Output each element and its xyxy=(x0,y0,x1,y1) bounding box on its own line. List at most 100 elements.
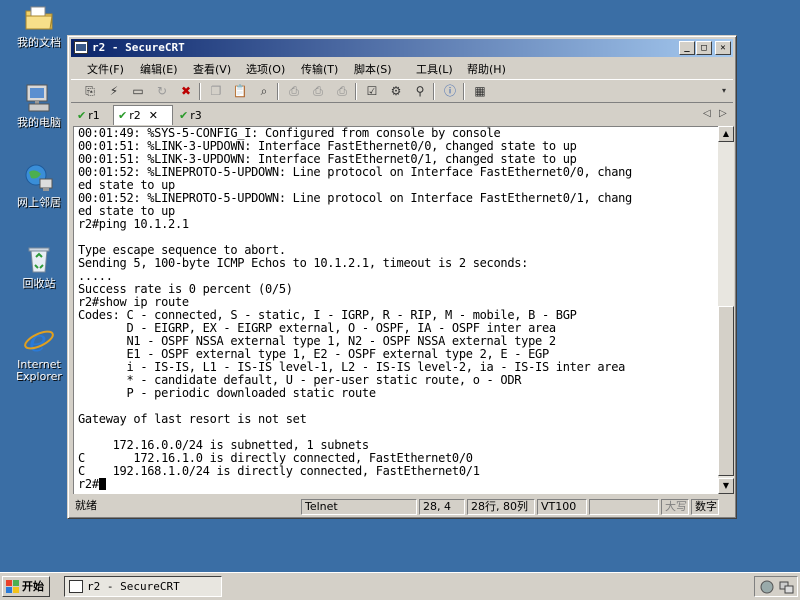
window-title: r2 - SecureCRT xyxy=(92,41,185,54)
computer-icon xyxy=(23,82,55,114)
terminal-prompt-line: r2# xyxy=(78,478,106,491)
terminal-cursor xyxy=(98,478,106,490)
terminal-line: Gateway of last resort is not set xyxy=(78,412,307,426)
volume-icon[interactable] xyxy=(759,579,775,595)
taskbar: 开始 r2 - SecureCRT xyxy=(0,572,800,600)
menu-tools[interactable]: 工具(L) xyxy=(416,61,453,77)
quick-connect-icon[interactable]: ⚡ xyxy=(105,83,123,99)
taskbar-button-label: r2 - SecureCRT xyxy=(87,580,180,593)
reconnect-icon[interactable]: ↻ xyxy=(153,83,171,99)
menu-options[interactable]: 选项(O) xyxy=(246,61,285,77)
global-options-icon[interactable]: ⚙ xyxy=(387,83,405,99)
app-icon[interactable] xyxy=(74,41,88,54)
terminal-line: Sending 5, 100-byte ICMP Echos to 10.1.2… xyxy=(78,256,529,270)
status-blank xyxy=(589,499,659,515)
copy-icon[interactable]: ❐ xyxy=(207,83,225,99)
desktop-icon-label: 网上邻居 xyxy=(17,196,61,209)
menu-edit[interactable]: 编辑(E) xyxy=(140,61,178,77)
help-icon[interactable]: ⓘ xyxy=(441,83,459,99)
tab-r3[interactable]: ✔ r3 xyxy=(179,107,202,124)
toolbar-separator xyxy=(199,83,201,100)
desktop-icon-network[interactable]: 网上邻居 xyxy=(8,162,70,209)
map-icon[interactable]: ▦ xyxy=(471,83,489,99)
scrollbar-thumb[interactable] xyxy=(718,306,734,476)
scroll-down-icon[interactable]: ▼ xyxy=(718,478,734,494)
app-icon xyxy=(69,580,83,593)
toolbar-overflow-icon[interactable]: ▾ xyxy=(719,83,729,99)
folder-icon xyxy=(23,2,55,34)
connected-check-icon: ✔ xyxy=(179,109,189,122)
toolbar-separator xyxy=(355,83,357,100)
print-icon[interactable]: ⎙ xyxy=(285,83,303,99)
desktop-icon-recycle-bin[interactable]: 回收站 xyxy=(8,243,70,290)
menu-file[interactable]: 文件(F) xyxy=(87,61,124,77)
toolbar-separator xyxy=(433,83,435,100)
terminal-line: r2#ping 10.1.2.1 xyxy=(78,217,189,231)
disconnect-icon[interactable]: ✖ xyxy=(177,83,195,99)
internet-explorer-icon: e xyxy=(23,324,55,359)
connected-check-icon: ✔ xyxy=(77,109,87,122)
desktop-icon-label: 我的电脑 xyxy=(17,116,61,129)
vertical-scrollbar[interactable]: ▲ ▼ xyxy=(718,126,734,494)
desktop-icon-label: 回收站 xyxy=(22,277,56,290)
desktop-icon-internet-explorer[interactable]: e Internet Explorer xyxy=(8,324,70,383)
desktop-icon-my-computer[interactable]: 我的电脑 xyxy=(8,82,70,129)
paste-icon[interactable]: 📋 xyxy=(231,83,249,99)
tab-scroll-right-icon[interactable]: ▷ xyxy=(719,108,727,119)
status-caps-lock: 大写 xyxy=(661,499,689,515)
toolbar: ⎘ ⚡ ▭ ↻ ✖ ❐ 📋 ⌕ ⎙ ⎙ ⎙ ☑ ⚙ ⚲ ⓘ ▦ ▾ xyxy=(71,79,733,103)
status-protocol: Telnet xyxy=(301,499,417,515)
system-tray xyxy=(754,576,798,597)
tab-r2[interactable]: ✔ r2 ✕ xyxy=(113,105,173,125)
connect-icon[interactable]: ⎘ xyxy=(81,83,99,99)
close-button[interactable]: ✕ xyxy=(715,41,731,55)
tab-r1[interactable]: ✔ r1 xyxy=(77,107,100,124)
minimize-button[interactable]: _ xyxy=(679,41,695,55)
tab-label: r3 xyxy=(190,109,202,122)
scroll-up-icon[interactable]: ▲ xyxy=(718,126,734,142)
tab-scroll-left-icon[interactable]: ◁ xyxy=(703,108,711,119)
menu-transfer[interactable]: 传输(T) xyxy=(301,61,338,77)
connected-check-icon: ✔ xyxy=(118,109,128,122)
taskbar-button-securecrt[interactable]: r2 - SecureCRT xyxy=(64,576,222,597)
connect-in-tab-icon[interactable]: ▭ xyxy=(129,83,147,99)
network-status-icon[interactable] xyxy=(778,579,794,595)
menu-view[interactable]: 查看(V) xyxy=(193,61,231,77)
desktop-icon-label: 我的文档 xyxy=(17,36,61,49)
status-bar: 就绪 Telnet 28, 4 28行, 80列 VT100 大写 数字 xyxy=(71,498,733,516)
find-icon[interactable]: ⌕ xyxy=(255,83,273,99)
window-titlebar[interactable]: r2 - SecureCRT _ □ ✕ xyxy=(71,39,733,57)
desktop-icon-my-documents[interactable]: 我的文档 xyxy=(8,2,70,49)
windows-logo-icon xyxy=(6,580,19,593)
menu-bar: 文件(F) 编辑(E) 查看(V) 选项(O) 传输(T) 脚本(S) 工具(L… xyxy=(71,58,733,78)
recycle-bin-icon xyxy=(23,243,55,275)
maximize-button[interactable]: □ xyxy=(696,41,712,55)
menu-help[interactable]: 帮助(H) xyxy=(467,61,506,77)
terminal-line: C 192.168.1.0/24 is directly connected, … xyxy=(78,464,480,478)
svg-text:e: e xyxy=(29,324,47,356)
menu-script[interactable]: 脚本(S) xyxy=(354,61,392,77)
terminal-line: P - periodic downloaded static route xyxy=(78,386,376,400)
toolbar-separator xyxy=(277,83,279,100)
securecrt-window: r2 - SecureCRT _ □ ✕ 文件(F) 编辑(E) 查看(V) 选… xyxy=(67,35,737,519)
tab-label: r1 xyxy=(88,109,100,122)
session-options-icon[interactable]: ☑ xyxy=(363,83,381,99)
network-globe-icon xyxy=(23,162,55,194)
session-tab-bar: ✔ r1 ✔ r2 ✕ ✔ r3 ◁ ▷ xyxy=(71,104,733,126)
status-ready: 就绪 xyxy=(75,499,97,512)
start-button[interactable]: 开始 xyxy=(2,576,50,597)
print-selection-icon[interactable]: ⎙ xyxy=(309,83,327,99)
terminal-output[interactable]: 00:01:49: %SYS-5-CONFIG_I: Configured fr… xyxy=(73,126,718,494)
desktop-icon-label: Internet Explorer xyxy=(16,358,62,383)
printer-icon[interactable]: ⎙ xyxy=(333,83,351,99)
status-num-lock: 数字 xyxy=(691,499,719,515)
terminal-prompt: r2# xyxy=(78,477,99,491)
close-tab-icon[interactable]: ✕ xyxy=(149,109,158,122)
status-emulation: VT100 xyxy=(537,499,587,515)
status-terminal-size: 28行, 80列 xyxy=(467,499,535,515)
toolbar-separator xyxy=(463,83,465,100)
keymap-icon[interactable]: ⚲ xyxy=(411,83,429,99)
tab-label: r2 xyxy=(129,109,141,122)
status-cursor-position: 28, 4 xyxy=(419,499,465,515)
start-label: 开始 xyxy=(22,580,44,593)
